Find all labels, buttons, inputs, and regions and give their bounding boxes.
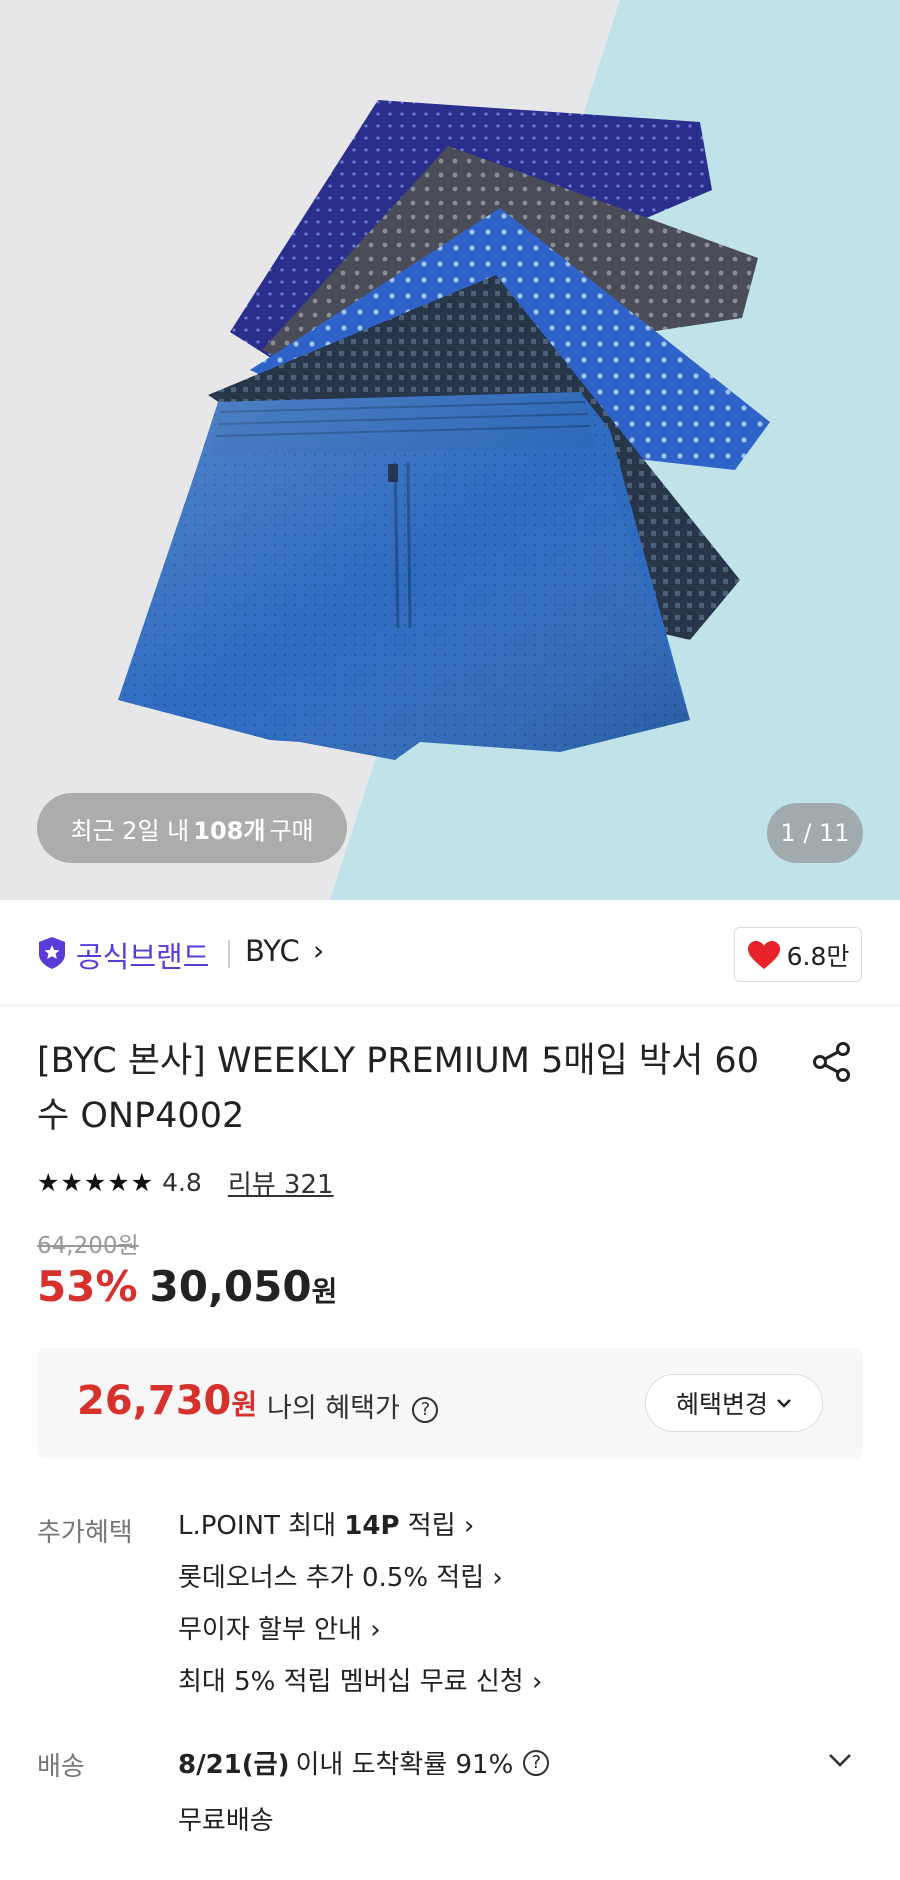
extra-benefit-installment[interactable]: 무이자 할부 안내 › (178, 1611, 542, 1663)
extra-benefits-label: 추가혜택 (37, 1518, 133, 1548)
official-brand-label: 공식브랜드 (76, 940, 210, 974)
brand-link[interactable]: BYC (245, 934, 300, 968)
star-rating-icon: ★★★★★ (37, 1168, 155, 1197)
share-icon[interactable] (810, 1040, 854, 1084)
heart-icon (747, 940, 780, 969)
shipping-estimate: 8/21(금) 이내 도착확률 91% ? (178, 1744, 550, 1781)
shipping-date: 8/21(금) (178, 1750, 290, 1780)
brand-row: 공식브랜드 BYC › 6.8만 (0, 900, 900, 1006)
boxer-shorts-illustration (0, 0, 900, 900)
recent-purchase-count: 108개 (193, 816, 266, 845)
extra-benefits-list: L.POINT 최대 14P 적립 › 롯데오너스 추가 0.5% 적립 › 무… (178, 1507, 542, 1715)
chevron-right-icon: › (313, 934, 325, 967)
price-row: 53% 30,050 원 (37, 1262, 337, 1311)
shipping-probability: 이내 도착확률 91% (295, 1750, 514, 1780)
change-benefit-label: 혜택변경 (675, 1390, 768, 1419)
rating-value: 4.8 (162, 1168, 202, 1197)
my-benefit-price-value: 26,730 (77, 1378, 232, 1424)
chevron-down-icon[interactable] (826, 1750, 854, 1770)
like-count: 6.8만 (786, 941, 850, 971)
chevron-down-icon (777, 1399, 791, 1408)
official-brand-badge-icon (39, 937, 65, 969)
currency-unit: 원 (311, 1275, 338, 1308)
extra-benefit-lpoint[interactable]: L.POINT 최대 14P 적립 › (178, 1507, 542, 1559)
help-icon[interactable]: ? (412, 1396, 439, 1423)
product-image[interactable]: 최근 2일 내 108개 구매 1 / 11 (0, 0, 900, 900)
my-benefit-label: 나의 혜택가 ? (267, 1386, 439, 1425)
divider (228, 940, 230, 968)
discount-rate: 53% (37, 1262, 138, 1311)
my-benefit-box: 26,730원 나의 혜택가 ? 혜택변경 (37, 1348, 863, 1458)
extra-benefit-membership[interactable]: 최대 5% 적립 멤버십 무료 신청 › (178, 1663, 542, 1715)
help-icon[interactable]: ? (523, 1749, 550, 1776)
recent-purchase-prefix: 최근 2일 내 (70, 816, 190, 845)
my-benefit-label-text: 나의 혜택가 (267, 1393, 400, 1424)
recent-purchase-suffix: 구매 (269, 816, 314, 845)
like-button[interactable]: 6.8만 (734, 927, 862, 982)
image-pager: 1 / 11 (767, 803, 863, 863)
shipping-label: 배송 (37, 1752, 85, 1782)
extra-benefit-lotte-owners[interactable]: 롯데오너스 추가 0.5% 적립 › (178, 1559, 542, 1611)
rating-row: ★★★★★ 4.8 리뷰 321 (37, 1164, 334, 1201)
recent-purchase-badge: 최근 2일 내 108개 구매 (37, 793, 347, 863)
sale-price: 30,050 (149, 1262, 312, 1311)
product-title: [BYC 본사] WEEKLY PREMIUM 5매입 박서 60수 ONP40… (37, 1041, 759, 1136)
original-price: 64,200원 (37, 1233, 139, 1259)
review-link[interactable]: 리뷰 321 (228, 1164, 334, 1201)
shipping-fee: 무료배송 (178, 1806, 274, 1836)
currency-unit: 원 (231, 1388, 258, 1421)
change-benefit-button[interactable]: 혜택변경 (645, 1374, 823, 1432)
my-benefit-price: 26,730원 (77, 1378, 257, 1424)
